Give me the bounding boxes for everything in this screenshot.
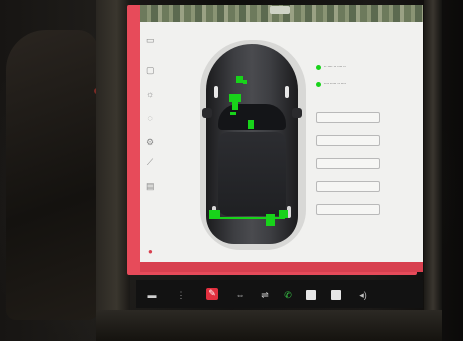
sensor-marker[interactable] [229,94,241,102]
media-icon[interactable] [306,290,316,300]
dashboard-trim [96,310,442,341]
legend-label: ꞏꞏꞏꞏ ꞏꞏꞏꞏꞏ ꞏꞏ ꞏꞏꞏꞏ [324,81,346,86]
status-banner [140,262,423,272]
green-dot-icon [316,65,321,70]
bezel-right [424,0,442,341]
lock-icon[interactable]: ▢ [146,66,155,75]
mirror-left [202,108,212,118]
action-button[interactable] [316,204,380,215]
car-roof [218,132,286,216]
car-icon[interactable]: ▬ [146,290,158,300]
green-dot-icon [316,82,321,87]
light-icon[interactable]: ☼ [146,90,154,99]
phone-icon[interactable]: ✆ [283,290,293,300]
legend-item: ꞏꞏ ꞏꞏꞏꞏ ꞏꞏ ꞏꞏꞏꞏ ꞏꞏ [316,64,390,77]
mirror-right [292,108,302,118]
headlight-left [214,86,218,98]
sensor-marker[interactable] [230,112,236,115]
sensor-marker[interactable] [232,102,238,110]
action-button[interactable] [316,112,380,123]
map-handle[interactable] [270,6,290,14]
service-icon[interactable]: ⚙ [146,138,154,147]
action-button-list [316,112,380,227]
temperature-icon[interactable]: ⋮ [176,290,186,300]
action-button[interactable] [316,158,380,169]
app-icon[interactable] [331,290,341,300]
sensor-link-line [217,217,285,219]
wrench-icon[interactable]: ⟋ [146,158,154,167]
seat [6,30,98,320]
sensor-marker[interactable] [248,120,254,129]
fan-icon[interactable]: ⇔ [234,290,246,300]
legend-item: ꞏꞏꞏꞏ ꞏꞏꞏꞏꞏ ꞏꞏ ꞏꞏꞏꞏ [316,81,390,94]
alert-icon[interactable]: ● [148,248,154,256]
legend: ꞏꞏ ꞏꞏꞏꞏ ꞏꞏ ꞏꞏꞏꞏ ꞏꞏ ꞏꞏꞏꞏ ꞏꞏꞏꞏꞏ ꞏꞏ ꞏꞏꞏꞏ [316,64,390,98]
bag-icon[interactable]: ▤ [146,182,155,191]
headlight-right [285,86,289,98]
sensor-marker[interactable] [243,80,247,84]
seat-icon[interactable]: ⇌ [259,290,271,300]
action-button[interactable] [316,135,380,146]
bezel-left [96,0,130,341]
volume-icon[interactable]: ◂) [357,290,369,300]
settings-icon[interactable]: ◌ [146,114,154,123]
wrench-icon[interactable]: ✎ [206,288,218,300]
sensor-marker[interactable] [266,214,275,226]
action-button[interactable] [316,181,380,192]
sensor-marker[interactable] [236,76,243,83]
legend-label: ꞏꞏ ꞏꞏꞏꞏ ꞏꞏ ꞏꞏꞏꞏ ꞏꞏ [324,64,346,69]
car-icon[interactable]: ▭ [146,36,155,45]
